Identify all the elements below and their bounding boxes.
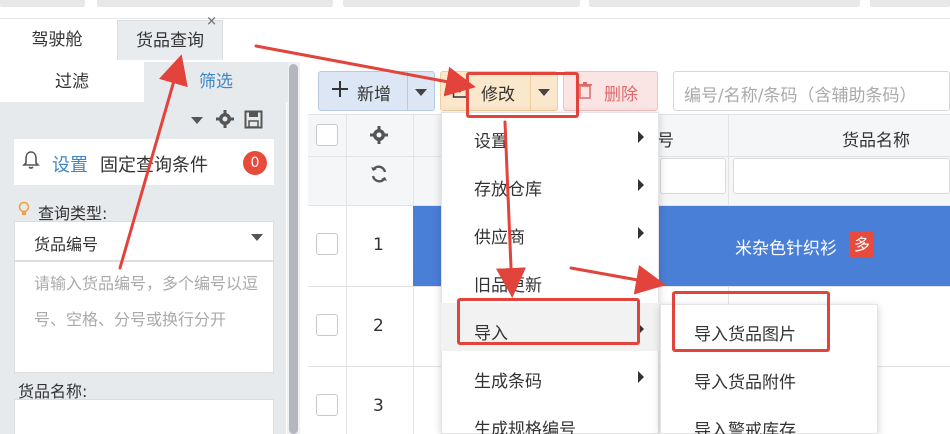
annotation-arrow xyxy=(118,54,188,270)
annotation-arrow xyxy=(496,120,526,298)
annotation-arrow xyxy=(254,44,476,97)
annotation-arrows xyxy=(118,44,666,298)
annotation-arrow xyxy=(569,264,666,295)
